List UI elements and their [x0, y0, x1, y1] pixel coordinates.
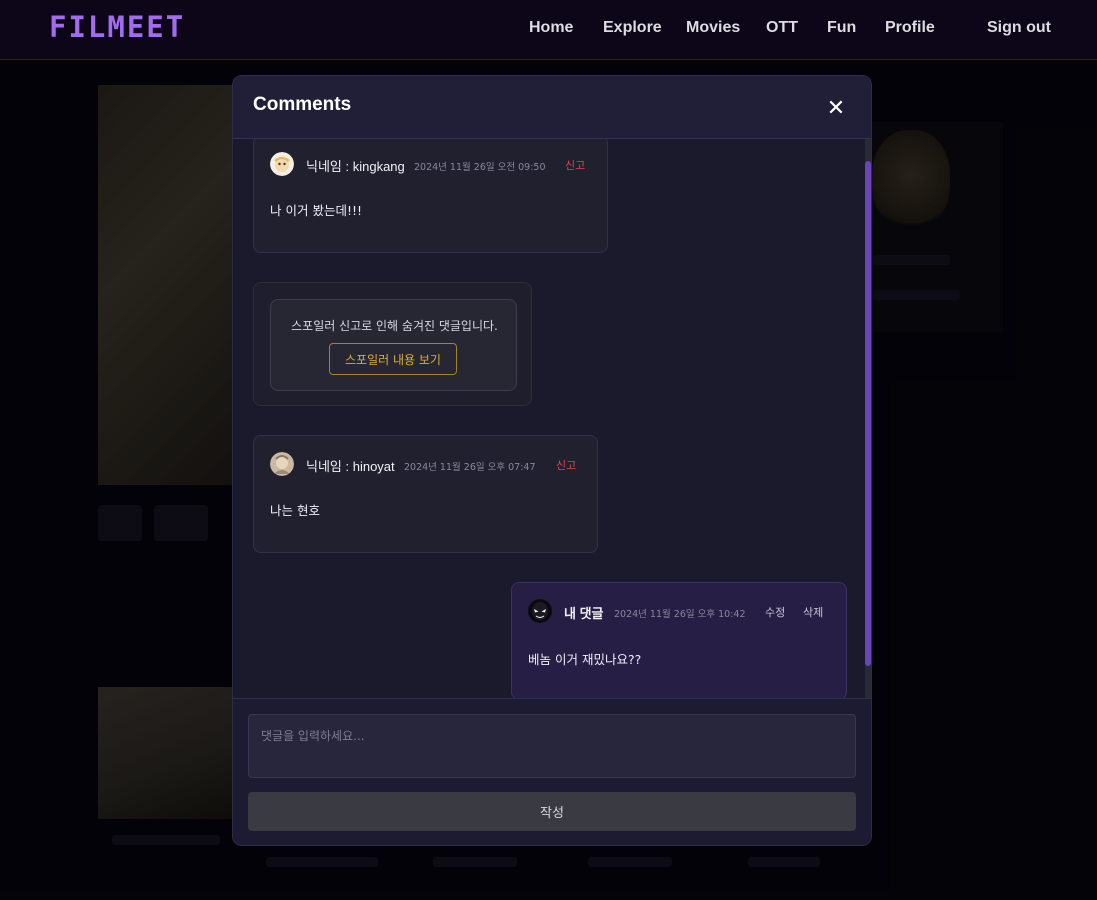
my-comment: 내 댓글 2024년 11월 26일 오후 10:42 수정 삭제 베놈 이거 …: [511, 582, 847, 698]
sign-out-link[interactable]: Sign out: [987, 19, 1051, 37]
nav-home[interactable]: Home: [529, 19, 573, 37]
report-button[interactable]: 신고: [556, 457, 576, 473]
comment-date: 2024년 11월 26일 오후 10:42: [614, 609, 746, 620]
comment-nickname: 닉네임 : hinoyat: [306, 459, 395, 474]
nav-movies[interactable]: Movies: [686, 19, 740, 37]
modal-title: Comments: [253, 94, 352, 115]
close-icon[interactable]: ✕: [825, 98, 847, 120]
nav-explore[interactable]: Explore: [603, 19, 662, 37]
spoiler-comment: 스포일러 신고로 인해 숨겨진 댓글입니다. 스포일러 내용 보기: [253, 282, 532, 406]
show-spoiler-button[interactable]: 스포일러 내용 보기: [329, 343, 457, 375]
avatar: [270, 452, 294, 476]
logo[interactable]: FILMEET: [49, 10, 185, 44]
comment-list[interactable]: 닉네임 : kingkang 2024년 11월 26일 오전 09:50 신고…: [233, 139, 871, 698]
comment-item: 닉네임 : hinoyat 2024년 11월 26일 오후 07:47 신고 …: [253, 435, 598, 553]
delete-button[interactable]: 삭제: [803, 604, 823, 620]
top-nav: FILMEET Home Explore Movies OTT Fun Prof…: [0, 0, 1097, 60]
comment-date: 2024년 11월 26일 오전 09:50: [414, 162, 546, 173]
spoiler-notice: 스포일러 신고로 인해 숨겨진 댓글입니다. 스포일러 내용 보기: [270, 299, 517, 391]
modal-header: Comments ✕: [233, 76, 871, 139]
nav-profile[interactable]: Profile: [885, 19, 935, 37]
my-comment-label: 내 댓글: [564, 606, 604, 621]
scrollbar-thumb[interactable]: [865, 161, 871, 666]
avatar: [270, 152, 294, 176]
comment-item: 닉네임 : kingkang 2024년 11월 26일 오전 09:50 신고…: [253, 139, 608, 253]
comment-text: 나는 현호: [270, 503, 320, 518]
report-button[interactable]: 신고: [565, 157, 585, 173]
edit-button[interactable]: 수정: [765, 604, 785, 620]
nav-ott[interactable]: OTT: [766, 19, 798, 37]
comment-text: 베놈 이거 재밌나요??: [528, 652, 642, 667]
spoiler-message: 스포일러 신고로 인해 숨겨진 댓글입니다.: [291, 319, 498, 333]
comment-text: 나 이거 봤는데!!!: [270, 203, 362, 218]
comment-nickname: 닉네임 : kingkang: [306, 159, 405, 174]
avatar: [528, 599, 552, 623]
nav-fun[interactable]: Fun: [827, 19, 856, 37]
comments-modal: Comments ✕ 닉네임 : kingkang 2024년 11월 26일 …: [232, 75, 872, 846]
comment-input[interactable]: [248, 714, 856, 778]
comment-date: 2024년 11월 26일 오후 07:47: [404, 462, 536, 473]
comment-form: 작성: [233, 698, 871, 845]
submit-button[interactable]: 작성: [248, 792, 856, 831]
